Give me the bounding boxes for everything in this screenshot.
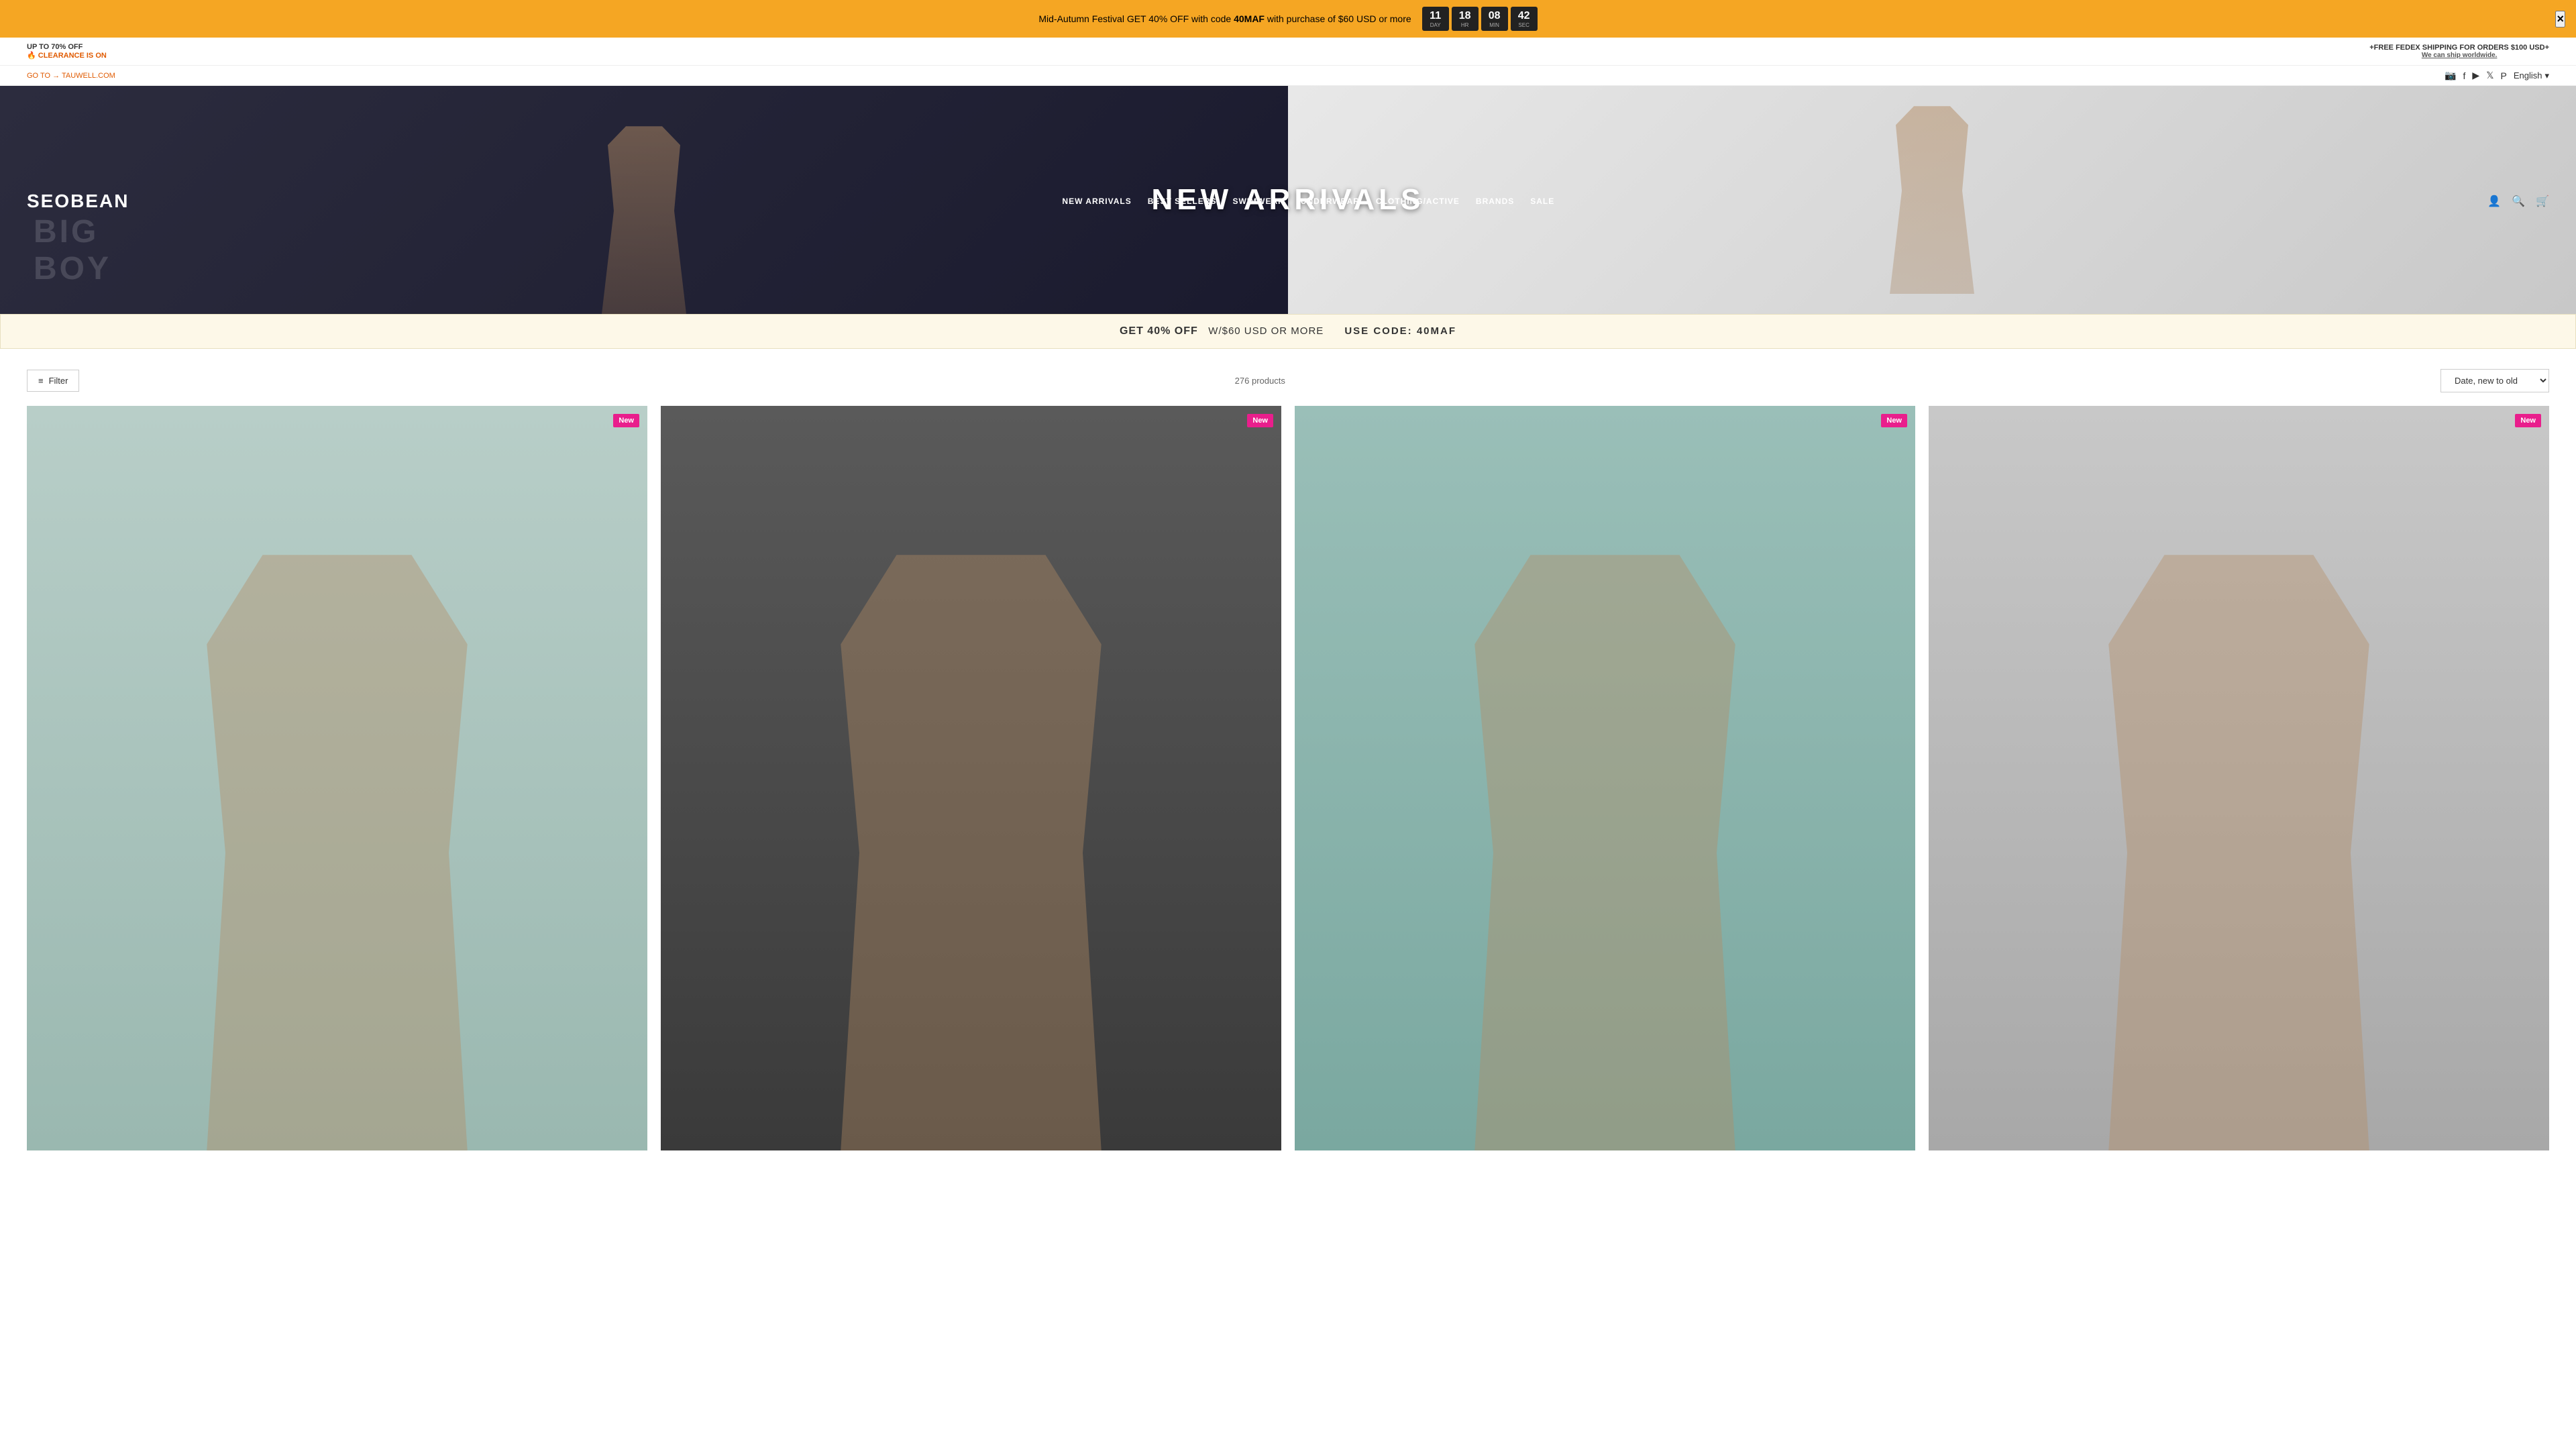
nav-item-clothing-active[interactable]: CLOTHING/ACTIVE bbox=[1376, 195, 1460, 207]
countdown-minutes: 08 MIN bbox=[1481, 7, 1508, 31]
nav-link-clothing-active[interactable]: CLOTHING/ACTIVE bbox=[1376, 197, 1460, 206]
announcement-text-before: Mid-Autumn Festival GET 40% OFF with cod… bbox=[1038, 13, 1234, 24]
countdown-seconds: 42 SEC bbox=[1511, 7, 1538, 31]
countdown-days-value: 11 bbox=[1430, 9, 1441, 22]
nav-link-best-sellers[interactable]: BEST SELLERS bbox=[1148, 197, 1217, 206]
hero-sock-text: BIGBOY bbox=[34, 213, 111, 287]
product-count: 276 products bbox=[1235, 376, 1285, 386]
clearance-label: 🔥 CLEARANCE IS ON bbox=[27, 51, 107, 60]
announcement-bar: Mid-Autumn Festival GET 40% OFF with cod… bbox=[0, 0, 2576, 38]
promo-discount-label: GET 40% OFF bbox=[1120, 325, 1198, 337]
top-bars: UP TO 70% OFF 🔥 CLEARANCE IS ON +FREE FE… bbox=[0, 38, 2576, 86]
nav-link-new-arrivals[interactable]: NEW ARRIVALS bbox=[1062, 197, 1131, 206]
promo-code-label: USE CODE: 40MAF bbox=[1344, 325, 1456, 337]
youtube-icon[interactable]: ▶ bbox=[2472, 70, 2479, 81]
filter-button[interactable]: ≡ Filter bbox=[27, 370, 79, 392]
discount-label: UP TO 70% OFF bbox=[27, 43, 107, 51]
filter-label: Filter bbox=[49, 376, 68, 386]
language-selector[interactable]: English ▾ bbox=[2514, 70, 2549, 81]
nav-item-underwear[interactable]: UNDERWEAR bbox=[1301, 195, 1360, 207]
countdown-days-label: DAY bbox=[1430, 22, 1441, 28]
facebook-icon[interactable]: f bbox=[2463, 70, 2466, 81]
product-card[interactable]: New bbox=[661, 406, 1281, 1150]
countdown-timer: 11 DAY 18 HR 08 MIN 42 SEC bbox=[1422, 7, 1538, 31]
secondary-bar-left: UP TO 70% OFF 🔥 CLEARANCE IS ON bbox=[27, 43, 107, 60]
product-card[interactable]: New bbox=[1929, 406, 2549, 1150]
listing-controls: ≡ Filter 276 products Date, new to old D… bbox=[27, 369, 2549, 392]
announcement-code: 40MAF bbox=[1234, 13, 1265, 24]
main-navigation: SEOBEAN NEW ARRIVALS BEST SELLERS SWIMWE… bbox=[0, 180, 2576, 223]
goto-tauwell[interactable]: GO TO → TAUWELL.COM bbox=[27, 72, 115, 80]
chevron-down-icon: ▾ bbox=[2544, 70, 2549, 81]
shipping-link[interactable]: We can ship worldwide. bbox=[2422, 52, 2498, 59]
product-listing-section: ≡ Filter 276 products Date, new to old D… bbox=[0, 349, 2576, 1171]
product-image bbox=[27, 406, 647, 1150]
product-card[interactable]: New bbox=[27, 406, 647, 1150]
announcement-text-after: with purchase of $60 USD or more bbox=[1265, 13, 1411, 24]
countdown-hours: 18 HR bbox=[1452, 7, 1479, 31]
product-badge: New bbox=[613, 414, 639, 427]
secondary-bar: UP TO 70% OFF 🔥 CLEARANCE IS ON +FREE FE… bbox=[0, 38, 2576, 66]
countdown-seconds-value: 42 bbox=[1518, 9, 1530, 22]
nav-item-sale[interactable]: SALE bbox=[1530, 195, 1554, 207]
sort-select[interactable]: Date, new to old Date, old to new Price,… bbox=[2440, 369, 2549, 392]
nav-item-brands[interactable]: BRANDS bbox=[1476, 195, 1514, 207]
utility-bar: GO TO → TAUWELL.COM 📷 f ▶ 𝕏 P English ▾ bbox=[0, 66, 2576, 86]
promo-minimum-label: W/$60 USD OR MORE bbox=[1208, 325, 1324, 337]
nav-link-brands[interactable]: BRANDS bbox=[1476, 197, 1514, 206]
hero-nav-wrapper: SEOBEAN NEW ARRIVALS BEST SELLERS SWIMWE… bbox=[0, 86, 2576, 314]
announcement-text: Mid-Autumn Festival GET 40% OFF with cod… bbox=[1038, 13, 1411, 24]
product-image bbox=[1929, 406, 2549, 1150]
goto-text: GO TO → TAUWELL.COM bbox=[27, 72, 115, 80]
search-icon[interactable]: 🔍 bbox=[2512, 195, 2525, 208]
product-grid: New New New New bbox=[27, 406, 2549, 1150]
secondary-bar-right: +FREE FEDEX SHIPPING FOR ORDERS $100 USD… bbox=[2369, 44, 2549, 59]
cart-icon[interactable]: 🛒 bbox=[2536, 195, 2549, 208]
nav-link-underwear[interactable]: UNDERWEAR bbox=[1301, 197, 1360, 206]
close-announcement-button[interactable]: × bbox=[2555, 11, 2565, 28]
countdown-hours-label: HR bbox=[1461, 22, 1469, 28]
instagram-icon[interactable]: 📷 bbox=[2445, 70, 2456, 81]
twitter-icon[interactable]: 𝕏 bbox=[2486, 70, 2493, 81]
countdown-minutes-value: 08 bbox=[1489, 9, 1501, 22]
site-logo[interactable]: SEOBEAN bbox=[27, 191, 129, 212]
product-card[interactable]: New bbox=[1295, 406, 1915, 1150]
filter-icon: ≡ bbox=[38, 376, 44, 386]
nav-link-sale[interactable]: SALE bbox=[1530, 197, 1554, 206]
countdown-hours-value: 18 bbox=[1459, 9, 1471, 22]
nav-action-icons: 👤 🔍 🛒 bbox=[2487, 195, 2549, 208]
product-badge: New bbox=[2515, 414, 2541, 427]
product-badge: New bbox=[1881, 414, 1907, 427]
account-icon[interactable]: 👤 bbox=[2487, 195, 2501, 208]
nav-item-swimwear[interactable]: SWIMWEAR bbox=[1232, 195, 1284, 207]
promo-banner: GET 40% OFF W/$60 USD OR MORE USE CODE: … bbox=[0, 314, 2576, 349]
nav-item-best-sellers[interactable]: BEST SELLERS bbox=[1148, 195, 1217, 207]
nav-links: NEW ARRIVALS BEST SELLERS SWIMWEAR UNDER… bbox=[1062, 195, 1554, 207]
nav-item-new-arrivals[interactable]: NEW ARRIVALS bbox=[1062, 195, 1131, 207]
product-image bbox=[661, 406, 1281, 1150]
language-label: English bbox=[2514, 70, 2542, 80]
product-image bbox=[1295, 406, 1915, 1150]
nav-link-swimwear[interactable]: SWIMWEAR bbox=[1232, 197, 1284, 206]
social-lang-group: 📷 f ▶ 𝕏 P English ▾ bbox=[2445, 70, 2549, 81]
pinterest-icon[interactable]: P bbox=[2500, 70, 2506, 81]
countdown-minutes-label: MIN bbox=[1489, 22, 1499, 28]
countdown-days: 11 DAY bbox=[1422, 7, 1449, 31]
product-badge: New bbox=[1247, 414, 1273, 427]
shipping-label: +FREE FEDEX SHIPPING FOR ORDERS $100 USD… bbox=[2369, 44, 2549, 52]
countdown-seconds-label: SEC bbox=[1518, 22, 1529, 28]
